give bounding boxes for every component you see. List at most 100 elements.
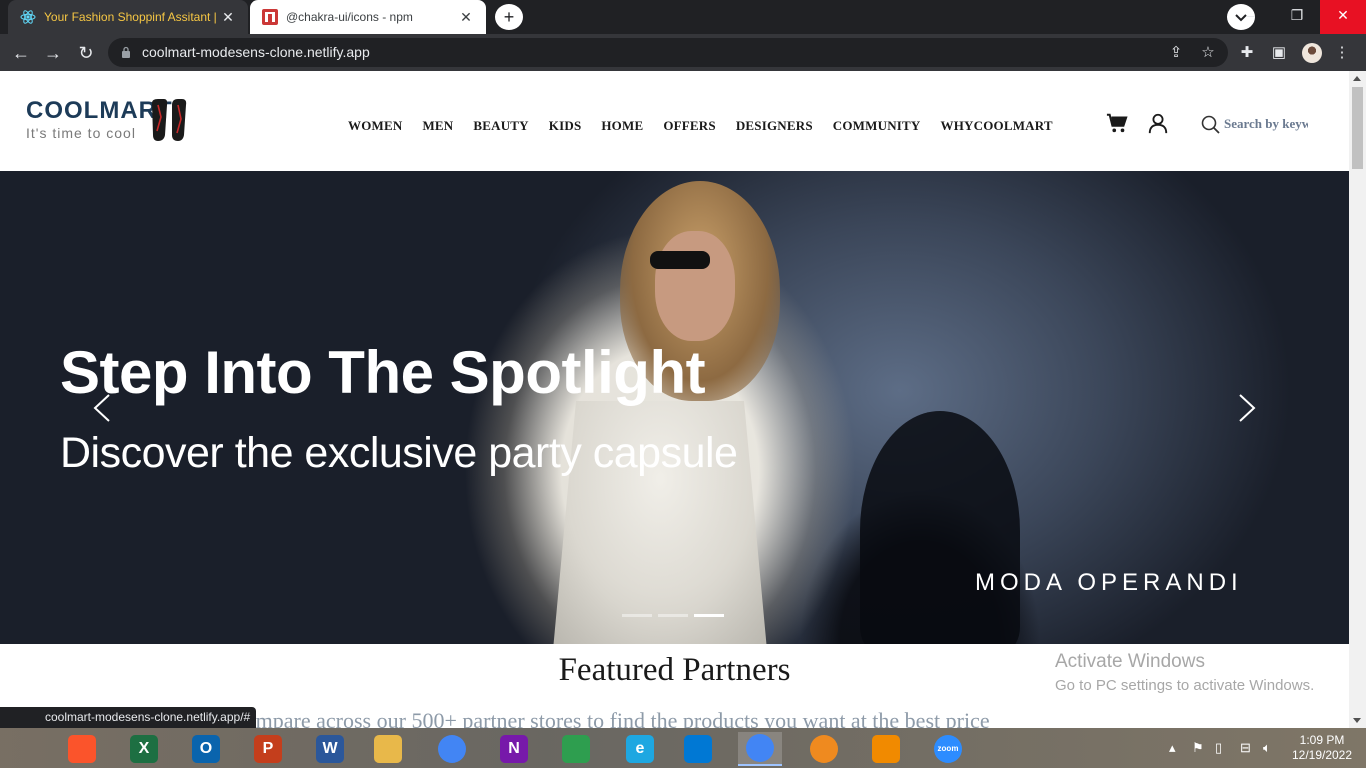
address-bar[interactable]: coolmart-modesens-clone.netlify.app	[108, 38, 1228, 67]
main-nav: WOMEN MEN BEAUTY KIDS HOME OFFERS DESIGN…	[338, 118, 1063, 134]
taskbar-brave-button[interactable]	[60, 732, 104, 766]
side-panel-icon[interactable]: ▣	[1267, 41, 1291, 65]
taskbar-vscode-button[interactable]	[676, 732, 720, 766]
nav-home[interactable]: HOME	[601, 118, 643, 134]
back-button[interactable]: ←	[8, 40, 34, 66]
share-icon[interactable]: ⇪	[1164, 41, 1188, 65]
npm-icon	[262, 9, 278, 25]
nav-community[interactable]: COMMUNITY	[833, 118, 921, 134]
taskbar-word-button[interactable]: W	[308, 732, 352, 766]
nav-women[interactable]: WOMEN	[348, 118, 402, 134]
minimize-button[interactable]: –	[1228, 0, 1274, 34]
excel-icon: X	[130, 735, 158, 763]
zoom-icon: zoom	[934, 735, 962, 763]
coolmart-logo[interactable]: COOLMART It's time to cool	[26, 95, 192, 145]
search-input[interactable]	[1224, 114, 1308, 134]
site-header: COOLMART It's time to cool WOMEN MEN BEA…	[0, 71, 1349, 171]
tab-chakra-icons-npm[interactable]: @chakra-ui/icons - npm ✕	[250, 0, 486, 34]
hero-photo-face	[655, 231, 735, 341]
clock-time: 1:09 PM	[1299, 733, 1345, 747]
tab-fashion-assistant[interactable]: Your Fashion Shoppinf Assitant | ✕	[8, 0, 248, 34]
device-icon[interactable]: ▯	[1215, 728, 1222, 768]
nav-designers[interactable]: DESIGNERS	[736, 118, 813, 134]
tab-title: Your Fashion Shoppinf Assitant |	[44, 10, 217, 24]
chrome-active-icon	[746, 734, 774, 762]
volume-icon[interactable]: 🔈︎	[1263, 728, 1271, 768]
carousel-prev-icon[interactable]	[91, 393, 113, 423]
windows-taskbar: X O P W Ne zoom ▴ ⚑ ▯ ⊟ 🔈︎ 1:09 PM 12/19/2022	[0, 728, 1366, 768]
internet-explorer-icon: e	[626, 735, 654, 763]
lock-icon	[122, 46, 130, 58]
search-icon	[1201, 115, 1220, 134]
carousel-dot-active[interactable]	[694, 614, 724, 617]
hero-subtitle: Discover the exclusive party capsule	[60, 429, 738, 477]
carousel-next-icon[interactable]	[1236, 393, 1258, 423]
taskbar-vlc-button[interactable]	[864, 732, 908, 766]
taskbar-excel-button[interactable]: X	[122, 732, 166, 766]
carousel-indicators	[622, 614, 730, 617]
logo-mark-icon	[152, 99, 187, 141]
cart-icon[interactable]	[1106, 112, 1128, 134]
webpage-viewport: COOLMART It's time to cool WOMEN MEN BEA…	[0, 71, 1349, 728]
word-icon: W	[316, 735, 344, 763]
close-tab-icon[interactable]: ✕	[458, 9, 474, 26]
close-window-button[interactable]: ✕	[1320, 0, 1366, 34]
outlook-icon: O	[192, 735, 220, 763]
nav-whycoolmart[interactable]: WHYCOOLMART	[941, 118, 1053, 134]
scroll-up-icon[interactable]	[1353, 76, 1361, 81]
page-scrollbar[interactable]	[1349, 71, 1366, 728]
carousel-dot[interactable]	[622, 614, 652, 617]
taskbar-file-explorer-button[interactable]	[366, 732, 410, 766]
onenote-icon: N	[500, 735, 528, 763]
hero-carousel: Step Into The Spotlight Discover the exc…	[0, 171, 1349, 644]
scrollbar-thumb[interactable]	[1352, 87, 1363, 169]
close-tab-icon[interactable]: ✕	[220, 9, 236, 26]
file-explorer-icon	[374, 735, 402, 763]
taskbar-zoom-button[interactable]: zoom	[926, 732, 970, 766]
hero-brand-logo: MODA OPERANDI	[975, 569, 1243, 596]
extensions-icon[interactable]: ✚	[1235, 41, 1259, 65]
taskbar-outlook-button[interactable]: O	[184, 732, 228, 766]
vlc-icon	[872, 735, 900, 763]
react-icon	[20, 10, 36, 24]
reload-button[interactable]: ↻	[73, 40, 99, 66]
scroll-down-icon[interactable]	[1353, 718, 1361, 723]
vscode-icon	[684, 735, 712, 763]
taskbar-internet-explorer-button[interactable]: e	[618, 732, 662, 766]
forward-button[interactable]: →	[40, 40, 66, 66]
bookmark-star-icon[interactable]: ☆	[1196, 41, 1220, 65]
search-box[interactable]	[1200, 114, 1308, 136]
flag-icon[interactable]: ⚑	[1192, 728, 1204, 768]
url-text: coolmart-modesens-clone.netlify.app	[142, 44, 370, 60]
system-clock[interactable]: 1:09 PM 12/19/2022	[1290, 733, 1354, 763]
restore-button[interactable]: ❐	[1274, 0, 1320, 34]
nav-kids[interactable]: KIDS	[549, 118, 582, 134]
activate-windows-watermark: Activate Windows Go to PC settings to ac…	[1055, 651, 1314, 694]
nav-men[interactable]: MEN	[422, 118, 453, 134]
hero-photo-shadow	[860, 411, 1020, 644]
user-icon[interactable]	[1147, 112, 1169, 134]
profile-avatar[interactable]	[1302, 43, 1322, 63]
menu-kebab-icon[interactable]: ⋮	[1330, 41, 1354, 65]
nav-beauty[interactable]: BEAUTY	[473, 118, 528, 134]
window-controls: – ❐ ✕	[1228, 0, 1366, 34]
hero-title: Step Into The Spotlight	[60, 339, 706, 406]
taskbar-chrome-active-button[interactable]	[738, 732, 782, 766]
tab-title: @chakra-ui/icons - npm	[286, 10, 413, 24]
browser-toolbar: ← → ↻ coolmart-modesens-clone.netlify.ap…	[0, 34, 1366, 71]
network-icon[interactable]: ⊟	[1240, 728, 1251, 768]
new-tab-button[interactable]: +	[495, 4, 523, 30]
carousel-dot[interactable]	[658, 614, 688, 617]
taskbar-onenote-button[interactable]: N	[492, 732, 536, 766]
featured-partners-subtitle: Compare across our 500+ partner stores t…	[230, 708, 990, 728]
taskbar-anaconda-button[interactable]	[802, 732, 846, 766]
taskbar-chrome-button[interactable]	[430, 732, 474, 766]
activate-windows-title: Activate Windows	[1055, 651, 1205, 672]
show-hidden-icons-icon[interactable]: ▴	[1169, 728, 1176, 768]
nav-offers[interactable]: OFFERS	[663, 118, 715, 134]
browser-tab-strip: Your Fashion Shoppinf Assitant | ✕ @chak…	[0, 0, 1366, 34]
taskbar-powerpoint-button[interactable]: P	[246, 732, 290, 766]
taskbar-greenshot-button[interactable]	[554, 732, 598, 766]
clock-date: 12/19/2022	[1291, 748, 1353, 762]
brave-icon	[68, 735, 96, 763]
